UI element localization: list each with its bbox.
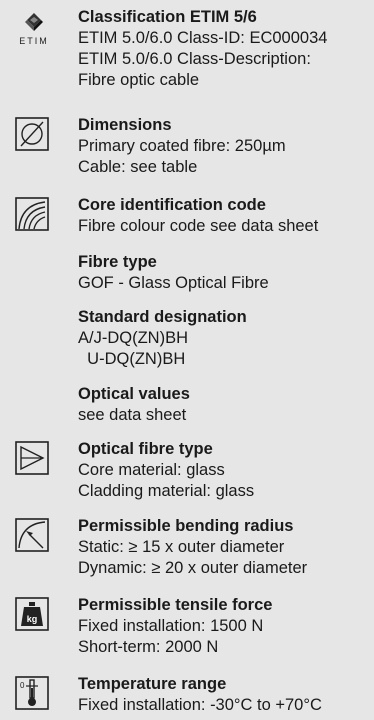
section-title: Temperature range [78,675,227,693]
section-line: Primary coated fibre: 250µm [78,137,286,155]
section-text: Standard designation A/J-DQ(ZN)BH U-DQ(Z… [78,307,374,370]
optical-fibre-type-icon [15,441,49,475]
bending-radius-icon [15,518,49,552]
section-line: Fixed installation: 1500 N [78,617,264,635]
section-line: Cable: see table [78,158,198,176]
section-line: GOF - Glass Optical Fibre [78,274,269,292]
section-title: Standard designation [78,308,247,326]
section-title: Classification ETIM 5/6 [78,8,257,26]
etim-logo-icon: ETIM [14,12,54,48]
core-identification-icon [15,197,49,231]
section-text: Optical values see data sheet [78,384,374,426]
tensile-force-weight-icon: kg [15,597,49,631]
section-line: Fixed installation: -30°C to +70°C [78,696,322,714]
section-text: Permissible tensile force Fixed installa… [78,595,374,658]
section-text: Permissible bending radius Static: ≥ 15 … [78,516,374,579]
section-title: Permissible bending radius [78,517,294,535]
section-line: Static: ≥ 15 x outer diameter [78,538,285,556]
section-line: Cladding material: glass [78,482,255,500]
section-title: Dimensions [78,116,172,134]
section-line: ETIM 5.0/6.0 Class-Description: [78,50,311,68]
section-line: A/J-DQ(ZN)BH [78,329,188,347]
temperature-thermometer-icon: 0 [15,676,49,710]
section-title: Core identification code [78,196,266,214]
diameter-icon [15,117,49,151]
section-title: Optical fibre type [78,440,213,458]
section-text: Dimensions Primary coated fibre: 250µm C… [78,115,374,178]
thermometer-zero-label: 0 [20,681,25,690]
section-title: Fibre type [78,253,157,271]
section-line: Fibre optic cable [78,71,200,89]
section-line: Dynamic: ≥ 20 x outer diameter [78,559,308,577]
section-title: Permissible tensile force [78,596,273,614]
section-line: U-DQ(ZN)BH [78,350,186,368]
section-line: Short-term: 2000 N [78,638,219,656]
section-line: see data sheet [78,406,187,424]
product-spec-sheet: { "sections": [ { "icon": "etim-logo-ico… [0,0,374,720]
section-line: Core material: glass [78,461,225,479]
section-text: Classification ETIM 5/6 ETIM 5.0/6.0 Cla… [78,7,374,91]
section-text: Core identification code Fibre colour co… [78,195,374,237]
section-line: ETIM 5.0/6.0 Class-ID: EC000034 [78,29,328,47]
section-text: Temperature range Fixed installation: -3… [78,674,374,716]
weight-kg-label: kg [27,614,38,624]
section-line: Fibre colour code see data sheet [78,217,319,235]
section-title: Optical values [78,385,190,403]
section-text: Optical fibre type Core material: glass … [78,439,374,502]
section-text: Fibre type GOF - Glass Optical Fibre [78,252,374,294]
etim-logo-text: ETIM [19,36,49,46]
